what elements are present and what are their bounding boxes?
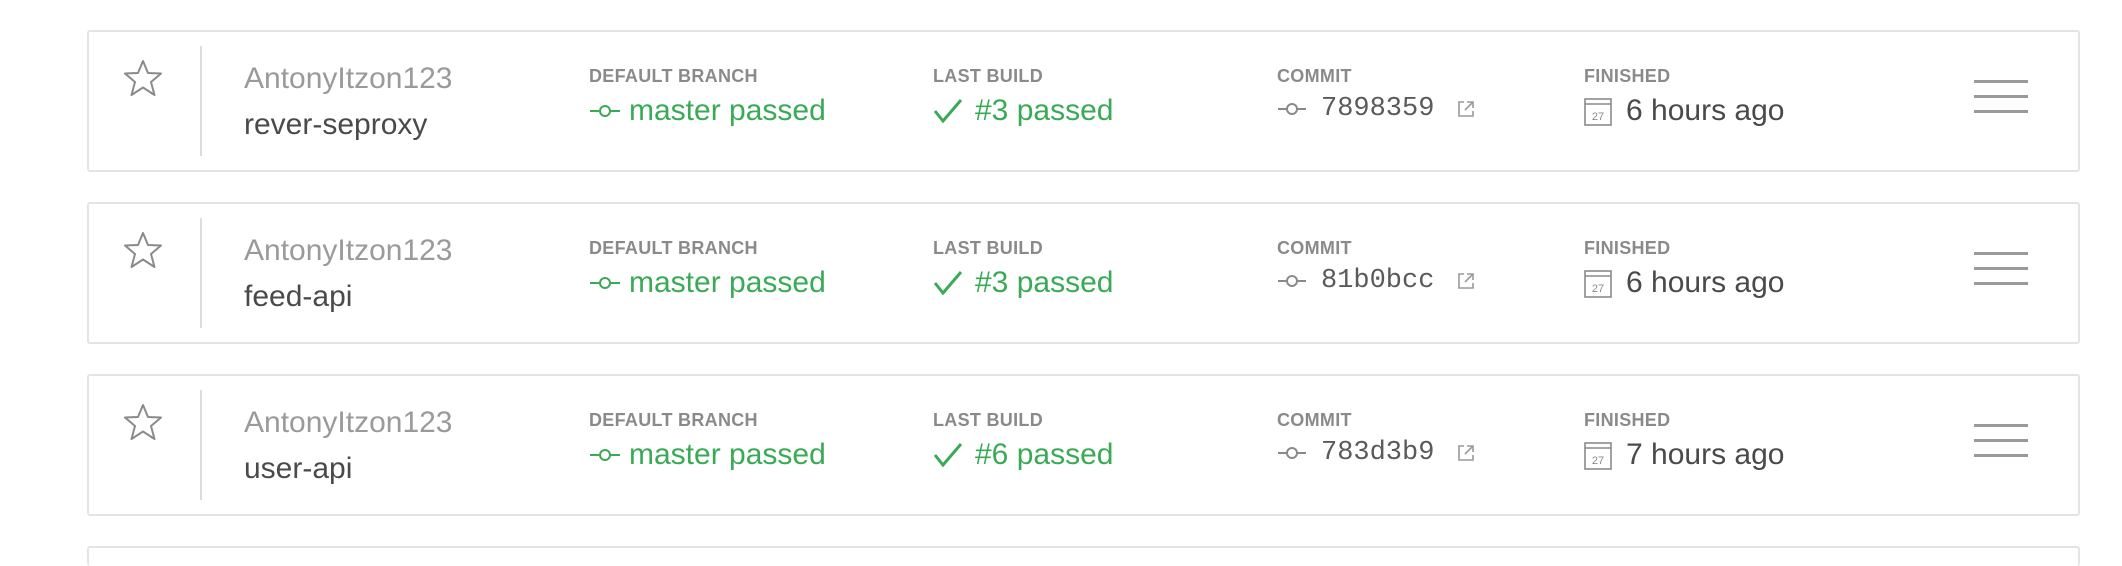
repository-owner[interactable]: AntonyItzon123 [244, 62, 453, 96]
default-branch-label: DEFAULT BRANCH [589, 410, 758, 430]
commit-link[interactable]: 81b0bcc [1277, 266, 1476, 296]
branch-icon [590, 449, 620, 461]
finished-value: 6 hours ago [1626, 94, 1785, 127]
commit-link[interactable]: 7898359 [1277, 94, 1476, 124]
commit-label: COMMIT [1277, 238, 1352, 258]
repository-name[interactable]: rever-seproxy [244, 108, 427, 142]
repository-owner[interactable]: AntonyItzon123 [244, 234, 453, 268]
hamburger-menu-icon[interactable] [1974, 424, 2028, 464]
check-icon [933, 443, 963, 468]
commit-column: COMMIT 81b0bcc [1277, 238, 1476, 296]
star-icon[interactable] [123, 58, 163, 98]
commit-column: COMMIT 7898359 [1277, 66, 1476, 124]
default-branch-column: DEFAULT BRANCH master passed [589, 66, 826, 128]
finished-time: 27 7 hours ago [1584, 438, 1784, 472]
finished-label: FINISHED [1584, 66, 1671, 86]
repository-name[interactable]: feed-api [244, 280, 352, 314]
calendar-icon: 27 [1584, 98, 1612, 126]
branch-icon [590, 105, 620, 117]
external-link-icon[interactable] [1456, 443, 1476, 463]
default-branch-label: DEFAULT BRANCH [589, 238, 758, 258]
card-divider [200, 390, 202, 500]
external-link-icon[interactable] [1456, 271, 1476, 291]
last-build-value: #3 passed [975, 266, 1114, 299]
last-build-status[interactable]: #3 passed [933, 266, 1113, 300]
calendar-day: 27 [1592, 455, 1604, 467]
last-build-label: LAST BUILD [933, 410, 1043, 430]
finished-column: FINISHED 27 6 hours ago [1584, 66, 1784, 128]
repository-card: AntonyItzon123 user-api DEFAULT BRANCH m… [87, 374, 2080, 516]
finished-label: FINISHED [1584, 410, 1671, 430]
commit-hash: 783d3b9 [1321, 438, 1435, 468]
last-build-label: LAST BUILD [933, 66, 1043, 86]
last-build-column: LAST BUILD #3 passed [933, 238, 1113, 300]
calendar-day: 27 [1592, 111, 1604, 123]
commit-link[interactable]: 783d3b9 [1277, 438, 1476, 468]
last-build-label: LAST BUILD [933, 238, 1043, 258]
card-divider [200, 46, 202, 156]
default-branch-column: DEFAULT BRANCH master passed [589, 238, 826, 300]
last-build-column: LAST BUILD #3 passed [933, 66, 1113, 128]
default-branch-column: DEFAULT BRANCH master passed [589, 410, 826, 472]
last-build-column: LAST BUILD #6 passed [933, 410, 1113, 472]
hamburger-menu-icon[interactable] [1974, 252, 2028, 292]
finished-column: FINISHED 27 6 hours ago [1584, 238, 1784, 300]
repository-name[interactable]: user-api [244, 452, 352, 486]
repository-list: AntonyItzon123 rever-seproxy DEFAULT BRA… [87, 30, 2080, 566]
repository-card-partial [87, 546, 2080, 566]
commit-icon [1278, 447, 1306, 459]
last-build-value: #6 passed [975, 438, 1114, 471]
finished-label: FINISHED [1584, 238, 1671, 258]
check-icon [933, 271, 963, 296]
default-branch-status[interactable]: master passed [589, 266, 826, 300]
default-branch-status[interactable]: master passed [589, 438, 826, 472]
check-icon [933, 99, 963, 124]
branch-icon [590, 277, 620, 289]
finished-column: FINISHED 27 7 hours ago [1584, 410, 1784, 472]
finished-time: 27 6 hours ago [1584, 266, 1784, 300]
calendar-icon: 27 [1584, 442, 1612, 470]
repository-owner[interactable]: AntonyItzon123 [244, 406, 453, 440]
commit-label: COMMIT [1277, 66, 1352, 86]
commit-icon [1278, 103, 1306, 115]
finished-time: 27 6 hours ago [1584, 94, 1784, 128]
default-branch-value: master passed [629, 438, 826, 471]
default-branch-status[interactable]: master passed [589, 94, 826, 128]
card-divider [200, 218, 202, 328]
hamburger-menu-icon[interactable] [1974, 80, 2028, 120]
commit-hash: 7898359 [1321, 94, 1435, 124]
last-build-status[interactable]: #6 passed [933, 438, 1113, 472]
star-icon[interactable] [123, 402, 163, 442]
commit-icon [1278, 275, 1306, 287]
last-build-status[interactable]: #3 passed [933, 94, 1113, 128]
commit-label: COMMIT [1277, 410, 1352, 430]
calendar-day: 27 [1592, 283, 1604, 295]
commit-column: COMMIT 783d3b9 [1277, 410, 1476, 468]
finished-value: 6 hours ago [1626, 266, 1785, 299]
commit-hash: 81b0bcc [1321, 266, 1435, 296]
default-branch-value: master passed [629, 266, 826, 299]
finished-value: 7 hours ago [1626, 438, 1785, 471]
external-link-icon[interactable] [1456, 99, 1476, 119]
repository-card: AntonyItzon123 rever-seproxy DEFAULT BRA… [87, 30, 2080, 172]
last-build-value: #3 passed [975, 94, 1114, 127]
repository-card: AntonyItzon123 feed-api DEFAULT BRANCH m… [87, 202, 2080, 344]
default-branch-value: master passed [629, 94, 826, 127]
default-branch-label: DEFAULT BRANCH [589, 66, 758, 86]
star-icon[interactable] [123, 230, 163, 270]
calendar-icon: 27 [1584, 270, 1612, 298]
